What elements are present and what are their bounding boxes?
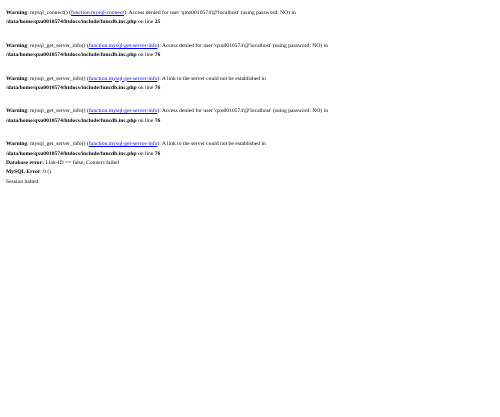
session-halted-message: Session halted. bbox=[6, 178, 40, 185]
function-name: mysql_get_server_info() bbox=[30, 141, 86, 148]
file-path: /data/home/qxu0010574/htdocs/include/fun… bbox=[6, 85, 137, 92]
file-path: /data/home/qxu0010574/htdocs/include/fun… bbox=[6, 150, 137, 157]
php-warning-server-info-2: Warning: mysql_get_server_info() (functi… bbox=[6, 75, 266, 92]
function-doc-link[interactable]: function.mysql-get-server-info bbox=[89, 141, 158, 147]
line-number: 76 bbox=[154, 52, 161, 59]
php-warning-server-info-3: Warning: mysql_get_server_info() (functi… bbox=[6, 108, 328, 124]
warning-label: Warning bbox=[6, 10, 28, 16]
warning-message: : Access denied for user 'qxu0010574'@'l… bbox=[159, 42, 328, 49]
warning-message: : A link to the server could not be esta… bbox=[159, 141, 266, 148]
function-name: mysql_connect() bbox=[30, 10, 68, 16]
mysql-error: MySQL Error: 0 () bbox=[6, 168, 494, 177]
warning-label: Warning bbox=[6, 75, 28, 82]
function-doc-link[interactable]: function.mysql-get-server-info bbox=[89, 108, 158, 114]
warning-label: Warning bbox=[6, 42, 28, 49]
warning-message: : A link to the server could not be esta… bbox=[159, 75, 266, 82]
database-error: Database error: Link-ID == false, Connec… bbox=[6, 159, 494, 168]
database-error-text: Link-ID == false, Connect failed bbox=[43, 160, 119, 167]
line-number: 25 bbox=[154, 19, 161, 26]
error-output: Warning: mysql_connect() (function.mysql… bbox=[0, 0, 500, 187]
file-path: /data/home/qxu0010574/htdocs/include/fun… bbox=[6, 52, 137, 59]
mysql-error-text: : 0 () bbox=[40, 169, 52, 176]
function-name: mysql_get_server_info() bbox=[30, 75, 86, 82]
function-doc-link[interactable]: function.mysql-get-server-info bbox=[89, 76, 158, 82]
line-number: 76 bbox=[154, 85, 161, 92]
function-doc-link[interactable]: function.mysql-get-server-info bbox=[89, 43, 158, 49]
function-name: mysql_get_server_info() bbox=[30, 42, 86, 49]
database-error-label: Database error: bbox=[6, 160, 44, 167]
warning-message: : Access denied for user 'qxu0010574'@'l… bbox=[159, 108, 328, 115]
mysql-error-label: MySQL Error bbox=[6, 169, 41, 176]
file-path: /data/home/qxu0010574/htdocs/include/fun… bbox=[6, 19, 137, 26]
php-warning-server-info-1: Warning: mysql_get_server_info() (functi… bbox=[6, 42, 328, 59]
php-warning-connect: Warning: mysql_connect() (function.mysql… bbox=[6, 10, 296, 26]
function-name: mysql_get_server_info() bbox=[30, 108, 86, 115]
warning-label: Warning bbox=[6, 141, 28, 148]
file-path: /data/home/qxu0010574/htdocs/include/fun… bbox=[6, 117, 137, 124]
warning-message: : Access denied for user 'qmz0010574'@'l… bbox=[125, 10, 296, 16]
function-doc-link[interactable]: function.mysql-connect bbox=[71, 10, 124, 16]
php-warning-server-info-4: Warning: mysql_get_server_info() (functi… bbox=[6, 141, 266, 157]
warning-label: Warning bbox=[6, 108, 28, 115]
line-number: 76 bbox=[154, 117, 161, 124]
line-number: 76 bbox=[154, 150, 161, 157]
